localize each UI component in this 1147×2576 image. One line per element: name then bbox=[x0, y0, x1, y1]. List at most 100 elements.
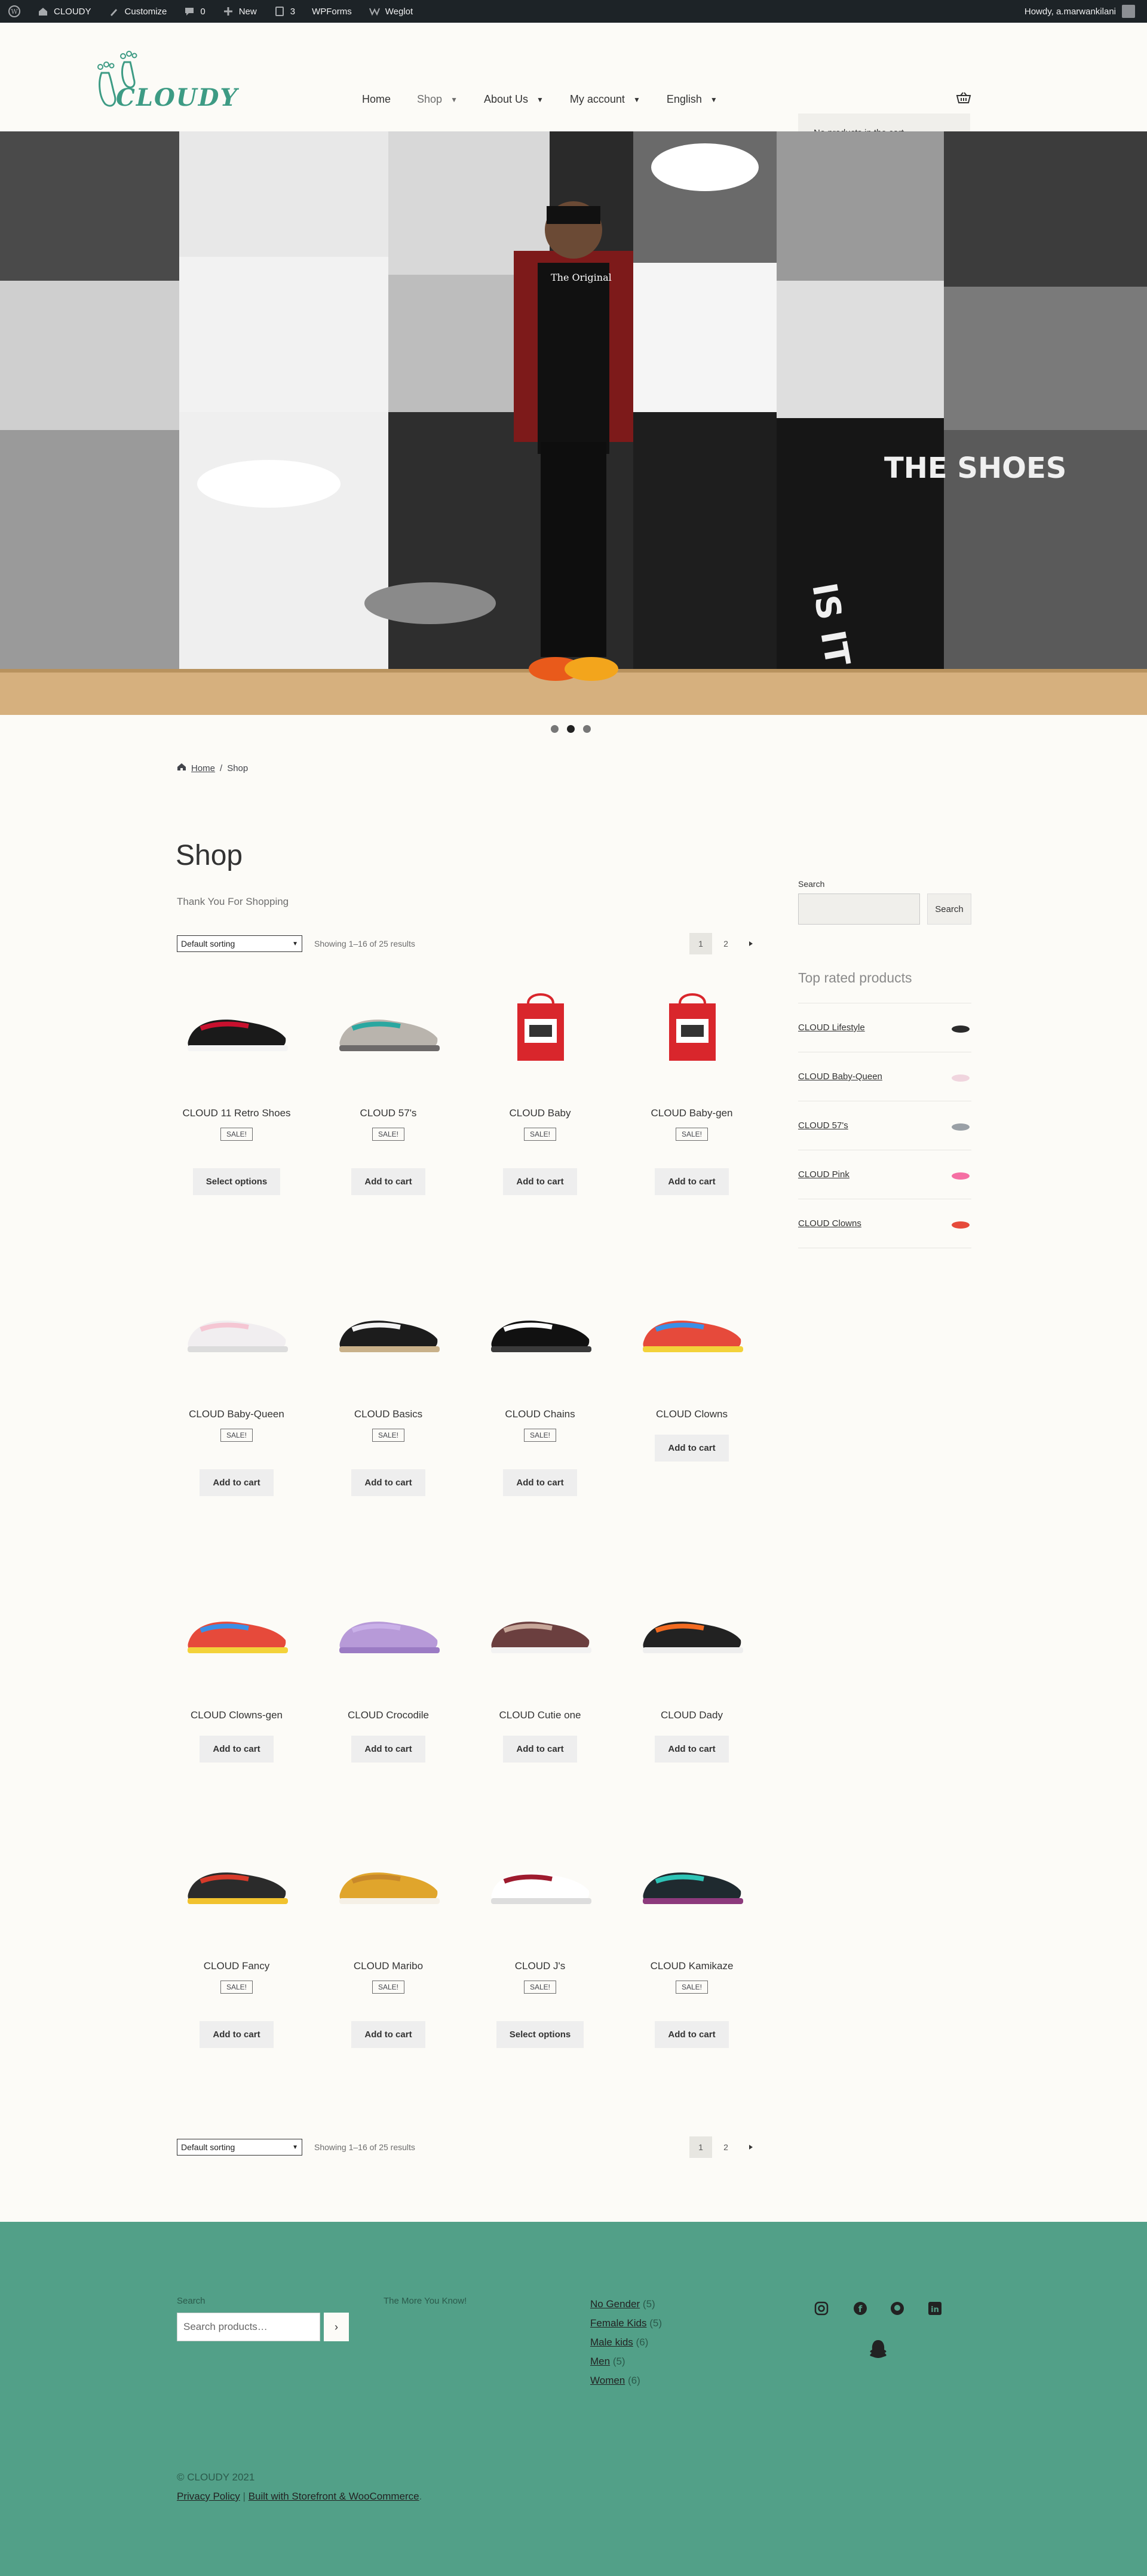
page-2[interactable]: 2 bbox=[714, 933, 737, 954]
product-image[interactable] bbox=[329, 1814, 448, 1952]
nav-about-us[interactable]: About Us ▼ bbox=[484, 93, 544, 106]
top-rated-item[interactable]: CLOUD Pink bbox=[798, 1150, 971, 1199]
facebook-icon[interactable]: f bbox=[854, 2302, 867, 2315]
product-image[interactable] bbox=[177, 1564, 296, 1701]
footer-category-item[interactable]: Female Kids (5) bbox=[590, 2314, 662, 2333]
footer-search-button[interactable]: › bbox=[324, 2313, 349, 2341]
product-image[interactable] bbox=[329, 1263, 448, 1400]
sidebar-search-button[interactable]: Search bbox=[927, 894, 971, 925]
product-image[interactable] bbox=[480, 962, 600, 1099]
site-name-link[interactable]: CLOUDY bbox=[29, 0, 100, 23]
product-name[interactable]: CLOUD Kamikaze bbox=[632, 1960, 752, 1972]
top-rated-item[interactable]: CLOUD 57's bbox=[798, 1101, 971, 1150]
product-name[interactable]: CLOUD Maribo bbox=[329, 1960, 448, 1972]
product-name[interactable]: CLOUD Baby-gen bbox=[632, 1107, 752, 1119]
product-card[interactable]: CLOUD Baby-Queen SALE! Add to cart bbox=[177, 1263, 296, 1496]
github-icon[interactable] bbox=[891, 2302, 904, 2315]
instagram-icon[interactable] bbox=[814, 2301, 829, 2316]
wpforms-link[interactable]: WPForms bbox=[303, 0, 360, 23]
add-to-cart-button[interactable]: Add to cart bbox=[655, 2021, 729, 2048]
product-image[interactable] bbox=[177, 962, 296, 1099]
product-card[interactable]: CLOUD J's SALE! Select options bbox=[480, 1814, 600, 2048]
product-card[interactable]: CLOUD Clowns Add to cart bbox=[632, 1263, 752, 1462]
footer-category-link[interactable]: Male kids bbox=[590, 2336, 633, 2348]
product-card[interactable]: CLOUD Basics SALE! Add to cart bbox=[329, 1263, 448, 1496]
product-card[interactable]: CLOUD Crocodile Add to cart bbox=[329, 1564, 448, 1763]
nav-my-account[interactable]: My account ▼ bbox=[570, 93, 640, 106]
product-image[interactable] bbox=[329, 1564, 448, 1701]
next-page-arrow-icon[interactable] bbox=[740, 933, 762, 954]
footer-category-link[interactable]: Female Kids bbox=[590, 2317, 646, 2329]
built-with-link[interactable]: Built with Storefront & WooCommerce bbox=[249, 2491, 419, 2502]
product-thumbnail[interactable] bbox=[950, 1070, 971, 1084]
cart-icon[interactable] bbox=[956, 92, 971, 105]
product-name[interactable]: CLOUD Fancy bbox=[177, 1960, 296, 1972]
footer-category-link[interactable]: Women bbox=[590, 2375, 625, 2386]
top-rated-link[interactable]: CLOUD Baby-Queen bbox=[798, 1071, 882, 1082]
page-1[interactable]: 1 bbox=[689, 2136, 712, 2158]
product-name[interactable]: CLOUD Baby-Queen bbox=[177, 1408, 296, 1420]
add-to-cart-button[interactable]: Add to cart bbox=[200, 1469, 274, 1496]
product-card[interactable]: CLOUD Chains SALE! Add to cart bbox=[480, 1263, 600, 1496]
product-image[interactable] bbox=[177, 1263, 296, 1400]
product-image[interactable] bbox=[177, 1814, 296, 1952]
product-card[interactable]: CLOUD 57's SALE! Add to cart bbox=[329, 962, 448, 1195]
product-name[interactable]: CLOUD Clowns-gen bbox=[177, 1709, 296, 1721]
nav-home[interactable]: Home bbox=[362, 93, 391, 106]
sort-select[interactable]: Default sorting ▼ bbox=[177, 2139, 302, 2156]
top-rated-link[interactable]: CLOUD Pink bbox=[798, 1169, 849, 1180]
product-image[interactable] bbox=[480, 1814, 600, 1952]
account-menu[interactable]: Howdy, a.marwankilani bbox=[1025, 5, 1147, 18]
footer-category-link[interactable]: Men bbox=[590, 2356, 610, 2367]
product-thumbnail[interactable] bbox=[950, 1021, 971, 1035]
add-to-cart-button[interactable]: Add to cart bbox=[200, 1736, 274, 1763]
new-content-link[interactable]: New bbox=[214, 0, 265, 23]
footer-category-link[interactable]: No Gender bbox=[590, 2298, 640, 2310]
product-name[interactable]: CLOUD Baby bbox=[480, 1107, 600, 1119]
sidebar-search-input[interactable] bbox=[798, 894, 920, 925]
product-name[interactable]: CLOUD 57's bbox=[329, 1107, 448, 1119]
add-to-cart-button[interactable]: Add to cart bbox=[655, 1168, 729, 1195]
select-options-button[interactable]: Select options bbox=[496, 2021, 584, 2048]
add-to-cart-button[interactable]: Add to cart bbox=[503, 1469, 577, 1496]
nav-shop[interactable]: Shop ▼ bbox=[417, 93, 458, 106]
add-to-cart-button[interactable]: Add to cart bbox=[200, 2021, 274, 2048]
updates-link[interactable]: 3 bbox=[265, 0, 303, 23]
add-to-cart-button[interactable]: Add to cart bbox=[351, 1168, 425, 1195]
product-thumbnail[interactable] bbox=[950, 1217, 971, 1231]
product-card[interactable]: CLOUD Kamikaze SALE! Add to cart bbox=[632, 1814, 752, 2048]
product-name[interactable]: CLOUD Crocodile bbox=[329, 1709, 448, 1721]
comments-link[interactable]: 0 bbox=[175, 0, 213, 23]
select-options-button[interactable]: Select options bbox=[192, 1168, 281, 1195]
add-to-cart-button[interactable]: Add to cart bbox=[351, 1736, 425, 1763]
product-image[interactable] bbox=[480, 1564, 600, 1701]
product-image[interactable] bbox=[329, 962, 448, 1099]
add-to-cart-button[interactable]: Add to cart bbox=[503, 1168, 577, 1195]
add-to-cart-button[interactable]: Add to cart bbox=[655, 1435, 729, 1462]
add-to-cart-button[interactable]: Add to cart bbox=[351, 2021, 425, 2048]
product-card[interactable]: CLOUD 11 Retro Shoes SALE! Select option… bbox=[177, 962, 296, 1195]
product-name[interactable]: CLOUD Chains bbox=[480, 1408, 600, 1420]
add-to-cart-button[interactable]: Add to cart bbox=[655, 1736, 729, 1763]
product-name[interactable]: CLOUD 11 Retro Shoes bbox=[177, 1107, 296, 1119]
slider-dot[interactable] bbox=[551, 725, 559, 733]
product-image[interactable] bbox=[632, 1814, 752, 1952]
top-rated-item[interactable]: CLOUD Clowns bbox=[798, 1199, 971, 1248]
product-image[interactable] bbox=[480, 1263, 600, 1400]
top-rated-item[interactable]: CLOUD Baby-Queen bbox=[798, 1052, 971, 1101]
product-card[interactable]: CLOUD Baby SALE! Add to cart bbox=[480, 962, 600, 1195]
product-card[interactable]: CLOUD Fancy SALE! Add to cart bbox=[177, 1814, 296, 2048]
top-rated-link[interactable]: CLOUD Lifestyle bbox=[798, 1023, 865, 1033]
product-image[interactable] bbox=[632, 1263, 752, 1400]
linkedin-icon[interactable]: in bbox=[928, 2302, 941, 2315]
snapchat-icon[interactable] bbox=[870, 2340, 887, 2358]
sort-select[interactable]: Default sorting ▼ bbox=[177, 935, 302, 952]
product-card[interactable]: CLOUD Cutie one Add to cart bbox=[480, 1564, 600, 1763]
product-name[interactable]: CLOUD Cutie one bbox=[480, 1709, 600, 1721]
footer-category-item[interactable]: Men (5) bbox=[590, 2352, 662, 2371]
product-image[interactable] bbox=[632, 1564, 752, 1701]
top-rated-link[interactable]: CLOUD Clowns bbox=[798, 1218, 861, 1229]
slider-dot-active[interactable] bbox=[567, 725, 575, 733]
customize-link[interactable]: Customize bbox=[100, 0, 176, 23]
site-logo[interactable]: CLOUDY bbox=[93, 49, 237, 115]
